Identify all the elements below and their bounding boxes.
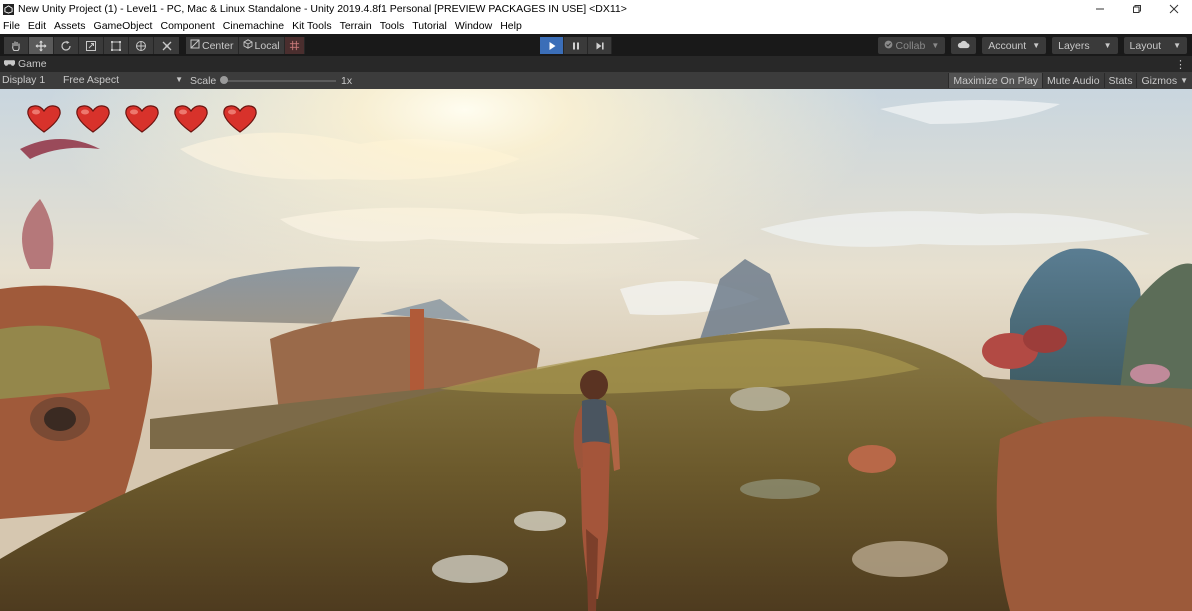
gizmos-label: Gizmos [1141, 74, 1178, 87]
window-title: New Unity Project (1) - Level1 - PC, Mac… [18, 3, 627, 15]
cloud-icon [957, 40, 970, 52]
hand-tool-icon[interactable] [4, 37, 29, 54]
maximize-on-play-toggle[interactable]: Maximize On Play [948, 73, 1042, 88]
layers-label: Layers [1058, 39, 1090, 52]
menu-gameobject[interactable]: GameObject [94, 20, 153, 32]
game-scene [0, 89, 1192, 611]
collab-caret-icon: ▼ [931, 41, 940, 50]
playback-controls [540, 37, 612, 54]
scale-slider-track[interactable] [222, 80, 336, 82]
health-hearts [26, 104, 271, 134]
game-tab-bar: Game ⋮ [0, 56, 1192, 72]
tab-menu-icon[interactable]: ⋮ [1175, 58, 1186, 71]
scale-value: 1x [341, 75, 353, 87]
gizmos-dropdown[interactable]: Gizmos ▼ [1136, 73, 1192, 88]
heart-icon [76, 105, 110, 133]
tab-game-label: Game [18, 58, 47, 70]
game-view[interactable] [0, 89, 1192, 611]
move-tool-icon[interactable] [29, 37, 54, 54]
menu-component[interactable]: Component [160, 20, 214, 32]
rotate-tool-icon[interactable] [54, 37, 79, 54]
pivot-icon [190, 39, 200, 52]
heart-icon [27, 105, 61, 133]
menu-cinemachine[interactable]: Cinemachine [223, 20, 284, 32]
menu-bar: File Edit Assets GameObject Component Ci… [0, 18, 1192, 34]
collab-button[interactable]: Collab ▼ [877, 37, 946, 54]
menu-terrain[interactable]: Terrain [340, 20, 372, 32]
account-label: Account [988, 39, 1027, 52]
menu-assets[interactable]: Assets [54, 20, 86, 32]
stats-toggle[interactable]: Stats [1103, 73, 1137, 88]
pivot-controls: Center Local [186, 37, 305, 54]
title-bar: New Unity Project (1) - Level1 - PC, Mac… [0, 0, 1192, 18]
restore-icon[interactable] [1118, 0, 1155, 18]
collab-check-icon [884, 40, 893, 52]
step-icon[interactable] [588, 37, 612, 54]
close-icon[interactable] [1155, 0, 1192, 18]
scale-label: Scale [190, 75, 217, 87]
main-toolbar: Center Local Collab ▼ Account ▼ Layers ▼… [0, 34, 1192, 56]
collab-label: Collab [895, 39, 926, 52]
display-dropdown[interactable]: Display 1 [2, 74, 45, 86]
pivot-center-button[interactable]: Center [186, 37, 239, 54]
layers-dropdown[interactable]: Layers ▼ [1052, 37, 1118, 54]
aspect-caret-icon: ▼ [175, 75, 183, 84]
layout-caret-icon: ▼ [1173, 41, 1181, 50]
custom-tool-icon[interactable] [154, 37, 179, 54]
scale-slider-thumb[interactable] [220, 76, 228, 84]
pivot-local-button[interactable]: Local [238, 37, 285, 54]
transform-tools [4, 37, 179, 54]
account-dropdown[interactable]: Account ▼ [982, 37, 1047, 54]
menu-edit[interactable]: Edit [28, 20, 46, 32]
heart-icon [125, 105, 159, 133]
aspect-label: Free Aspect [63, 74, 120, 86]
menu-tutorial[interactable]: Tutorial [412, 20, 447, 32]
minimize-icon[interactable] [1081, 0, 1118, 18]
aspect-dropdown[interactable]: Free Aspect ▼ [63, 74, 183, 86]
menu-window[interactable]: Window [455, 20, 492, 32]
rect-tool-icon[interactable] [104, 37, 129, 54]
local-rotation-icon [243, 39, 253, 52]
scale-tool-icon[interactable] [79, 37, 104, 54]
heart-icon [174, 105, 208, 133]
game-view-options: Maximize On Play Mute Audio Stats Gizmos… [948, 73, 1192, 88]
menu-file[interactable]: File [3, 20, 20, 32]
pause-icon[interactable] [564, 37, 588, 54]
menu-kit-tools[interactable]: Kit Tools [292, 20, 332, 32]
right-toolbar: Collab ▼ Account ▼ Layers ▼ Layout ▼ [872, 37, 1187, 54]
heart-icon [223, 105, 257, 133]
layers-caret-icon: ▼ [1103, 41, 1112, 50]
menu-help[interactable]: Help [500, 20, 522, 32]
transform-tool-icon[interactable] [129, 37, 154, 54]
pivot-center-label: Center [202, 39, 234, 52]
game-controls-bar: Display 1 Free Aspect ▼ Scale 1x Maximiz… [0, 72, 1192, 89]
layout-label: Layout [1129, 39, 1162, 52]
mute-audio-toggle[interactable]: Mute Audio [1042, 73, 1104, 88]
menu-tools[interactable]: Tools [380, 20, 405, 32]
gizmos-caret-icon: ▼ [1180, 76, 1188, 85]
unity-logo-icon [3, 3, 14, 15]
cloud-services-button[interactable] [951, 37, 977, 54]
grid-snap-icon[interactable] [284, 37, 305, 54]
play-icon[interactable] [540, 37, 564, 54]
account-caret-icon: ▼ [1032, 41, 1041, 50]
pivot-local-label: Local [254, 39, 280, 52]
gamepad-icon [3, 58, 16, 70]
layout-dropdown[interactable]: Layout ▼ [1123, 37, 1187, 54]
tab-game[interactable]: Game [0, 56, 47, 72]
